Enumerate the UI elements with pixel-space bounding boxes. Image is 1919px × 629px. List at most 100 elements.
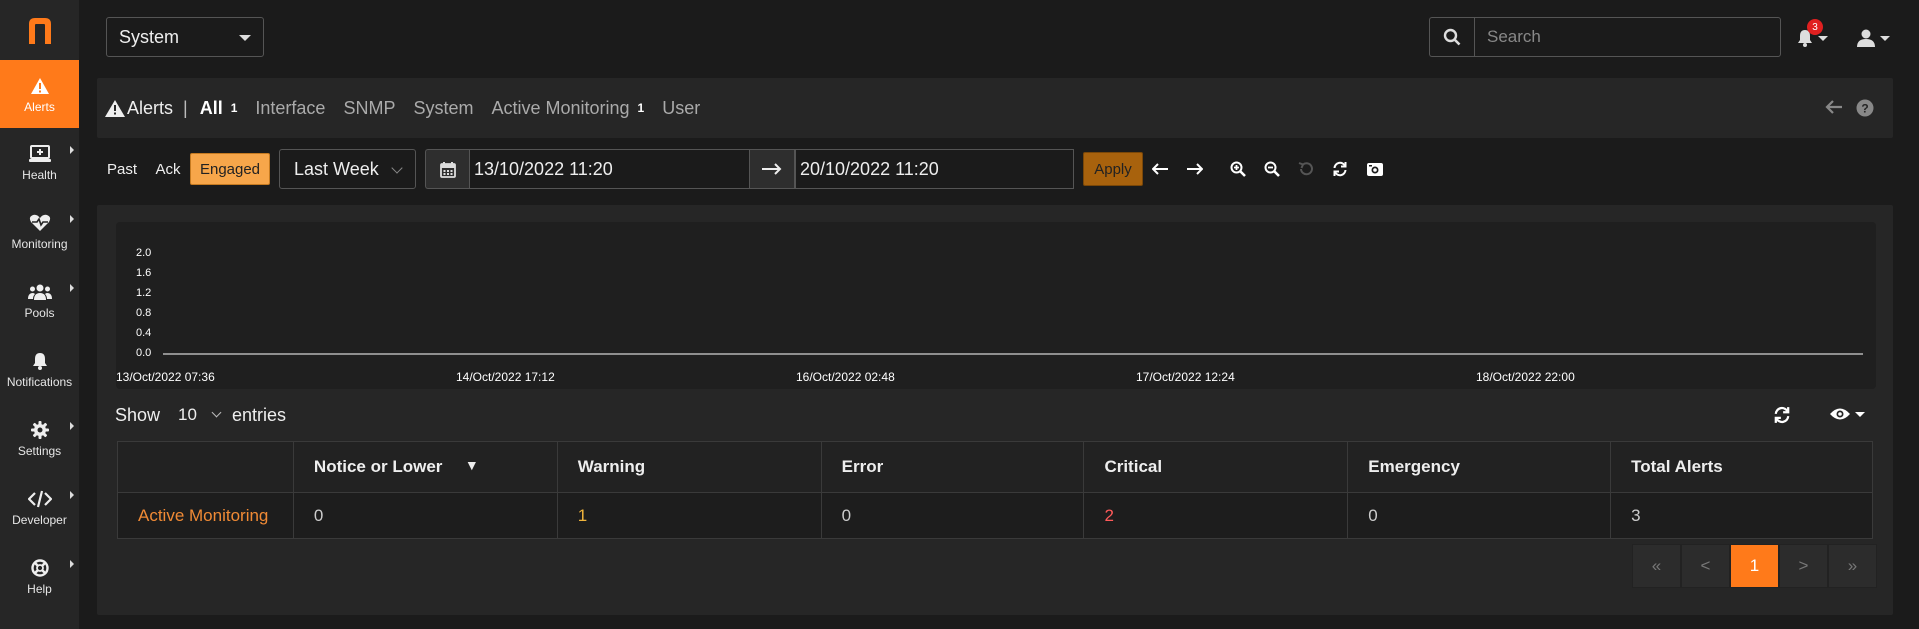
caret-right-icon (70, 146, 74, 154)
page-current-button[interactable]: 1 (1730, 544, 1779, 588)
cell-total: 3 (1610, 492, 1873, 539)
back-arrow-icon[interactable] (1825, 99, 1843, 120)
ack-label: Ack (155, 160, 181, 178)
help-circle-icon[interactable]: ? (1856, 99, 1874, 122)
tab-label: All (199, 97, 223, 118)
date-range-arrow (749, 149, 795, 189)
tab-system[interactable]: System (413, 98, 473, 119)
tab-interface[interactable]: Interface (255, 98, 325, 119)
column-header-label: Notice or Lower (313, 457, 443, 476)
arrow-right-icon[interactable] (1183, 157, 1207, 181)
chart-x-tick: 18/Oct/2022 22:00 (1476, 370, 1575, 384)
page-title: Alerts (105, 98, 173, 119)
code-icon (27, 488, 52, 510)
tab-label: User (662, 97, 701, 118)
search-icon (1443, 28, 1461, 46)
sidebar-item-monitoring[interactable]: Monitoring (0, 197, 79, 265)
divider: | (183, 97, 188, 118)
entries-select-value: 10 (178, 405, 197, 424)
bell-icon (31, 350, 49, 372)
column-header-warning[interactable]: Warning (556, 441, 822, 493)
column-header-notice[interactable]: Notice or Lower ▼ (292, 441, 558, 493)
zoom-out-icon[interactable] (1260, 157, 1284, 181)
eye-icon (1830, 408, 1850, 420)
arrow-left-icon[interactable] (1148, 157, 1172, 181)
ack-filter-button[interactable]: Ack (152, 153, 184, 185)
cell-error: 0 (820, 492, 1085, 539)
tab-label: Active Monitoring (491, 97, 630, 118)
time-range-select[interactable]: Last Week (279, 149, 416, 189)
engaged-filter-button[interactable]: Engaged (190, 153, 270, 185)
heartbeat-icon (29, 212, 51, 234)
system-select[interactable]: System (106, 17, 264, 57)
page-next-button[interactable]: > (1779, 544, 1828, 588)
past-label: Past (106, 160, 137, 178)
time-range-value: Last Week (294, 158, 379, 179)
arrow-right-icon (762, 163, 782, 175)
tab-all[interactable]: All 1 (200, 98, 238, 119)
sidebar-item-settings[interactable]: Settings (0, 404, 79, 472)
column-header-total[interactable]: Total Alerts (1610, 441, 1873, 493)
tab-label: System (413, 97, 474, 118)
chart-x-tick: 16/Oct/2022 02:48 (796, 370, 895, 384)
chart-y-tick: 1.6 (136, 267, 152, 279)
gear-icon (30, 419, 49, 441)
search-button[interactable] (1429, 17, 1474, 57)
caret-right-icon (70, 491, 74, 499)
chart-x-tick: 14/Oct/2022 17:12 (456, 370, 555, 384)
user-icon (1857, 29, 1875, 47)
search-input[interactable] (1474, 17, 1781, 57)
row-source-link[interactable]: Active Monitoring (117, 492, 294, 539)
refresh-icon (1774, 406, 1790, 424)
date-from-input[interactable] (469, 149, 750, 189)
zoom-in-icon[interactable] (1226, 157, 1250, 181)
column-visibility-button[interactable] (1829, 407, 1865, 421)
tab-user[interactable]: User (662, 98, 700, 119)
sidebar-item-developer[interactable]: Developer (0, 473, 79, 541)
notification-badge: 3 (1807, 19, 1823, 35)
chart-x-tick: 13/Oct/2022 07:36 (116, 370, 215, 384)
tab-snmp[interactable]: SNMP (343, 98, 395, 119)
page-first-button[interactable]: « (1632, 544, 1681, 588)
alert-tabs: Alerts | All 1 Interface SNMP System Act… (97, 78, 1893, 138)
column-header-error[interactable]: Error (820, 441, 1085, 493)
apply-button[interactable]: Apply (1083, 152, 1143, 186)
logo-icon (28, 18, 51, 44)
entries-control: Show 10 entries (115, 400, 286, 430)
undo-icon[interactable] (1294, 157, 1318, 181)
past-filter-button[interactable]: Past (104, 153, 140, 185)
tab-count: 1 (637, 101, 645, 115)
cell-warning: 1 (556, 492, 822, 539)
date-to-input[interactable] (795, 149, 1074, 189)
calendar-button[interactable] (425, 149, 469, 189)
sidebar-item-help[interactable]: Help (0, 542, 79, 610)
sidebar-item-alerts[interactable]: Alerts (0, 60, 79, 128)
sidebar-item-notifications[interactable]: Notifications (0, 335, 79, 403)
column-header-critical[interactable]: Critical (1083, 441, 1349, 493)
sidebar-item-label: Health (22, 167, 57, 182)
caret-down-icon (239, 35, 251, 41)
sidebar-item-health[interactable]: Health (0, 128, 79, 196)
sidebar-item-label: Settings (17, 443, 62, 458)
camera-icon[interactable] (1363, 157, 1387, 181)
caret-right-icon (70, 215, 74, 223)
chart-x-tick: 17/Oct/2022 12:24 (1136, 370, 1235, 384)
refresh-icon[interactable] (1328, 157, 1352, 181)
page-prev-button[interactable]: < (1681, 544, 1730, 588)
page-title-text: Alerts (127, 97, 174, 118)
page-last-button[interactable]: » (1828, 544, 1877, 588)
app-logo[interactable] (0, 0, 79, 60)
sidebar-item-label: Developer (12, 512, 67, 527)
svg-text:?: ? (1861, 102, 1868, 116)
column-header-emergency[interactable]: Emergency (1347, 441, 1612, 493)
tab-active-monitoring[interactable]: Active Monitoring 1 (491, 98, 644, 119)
caret-right-icon (70, 422, 74, 430)
chart-y-tick: 2.0 (136, 247, 152, 259)
sidebar-item-pools[interactable]: Pools (0, 266, 79, 334)
table-refresh-button[interactable] (1772, 406, 1792, 429)
life-ring-icon (30, 557, 49, 579)
user-menu-button[interactable] (1856, 25, 1900, 51)
entries-select[interactable]: 10 (166, 400, 226, 430)
pagination: « < 1 > » (1632, 544, 1877, 588)
engaged-label: Engaged (199, 160, 261, 178)
